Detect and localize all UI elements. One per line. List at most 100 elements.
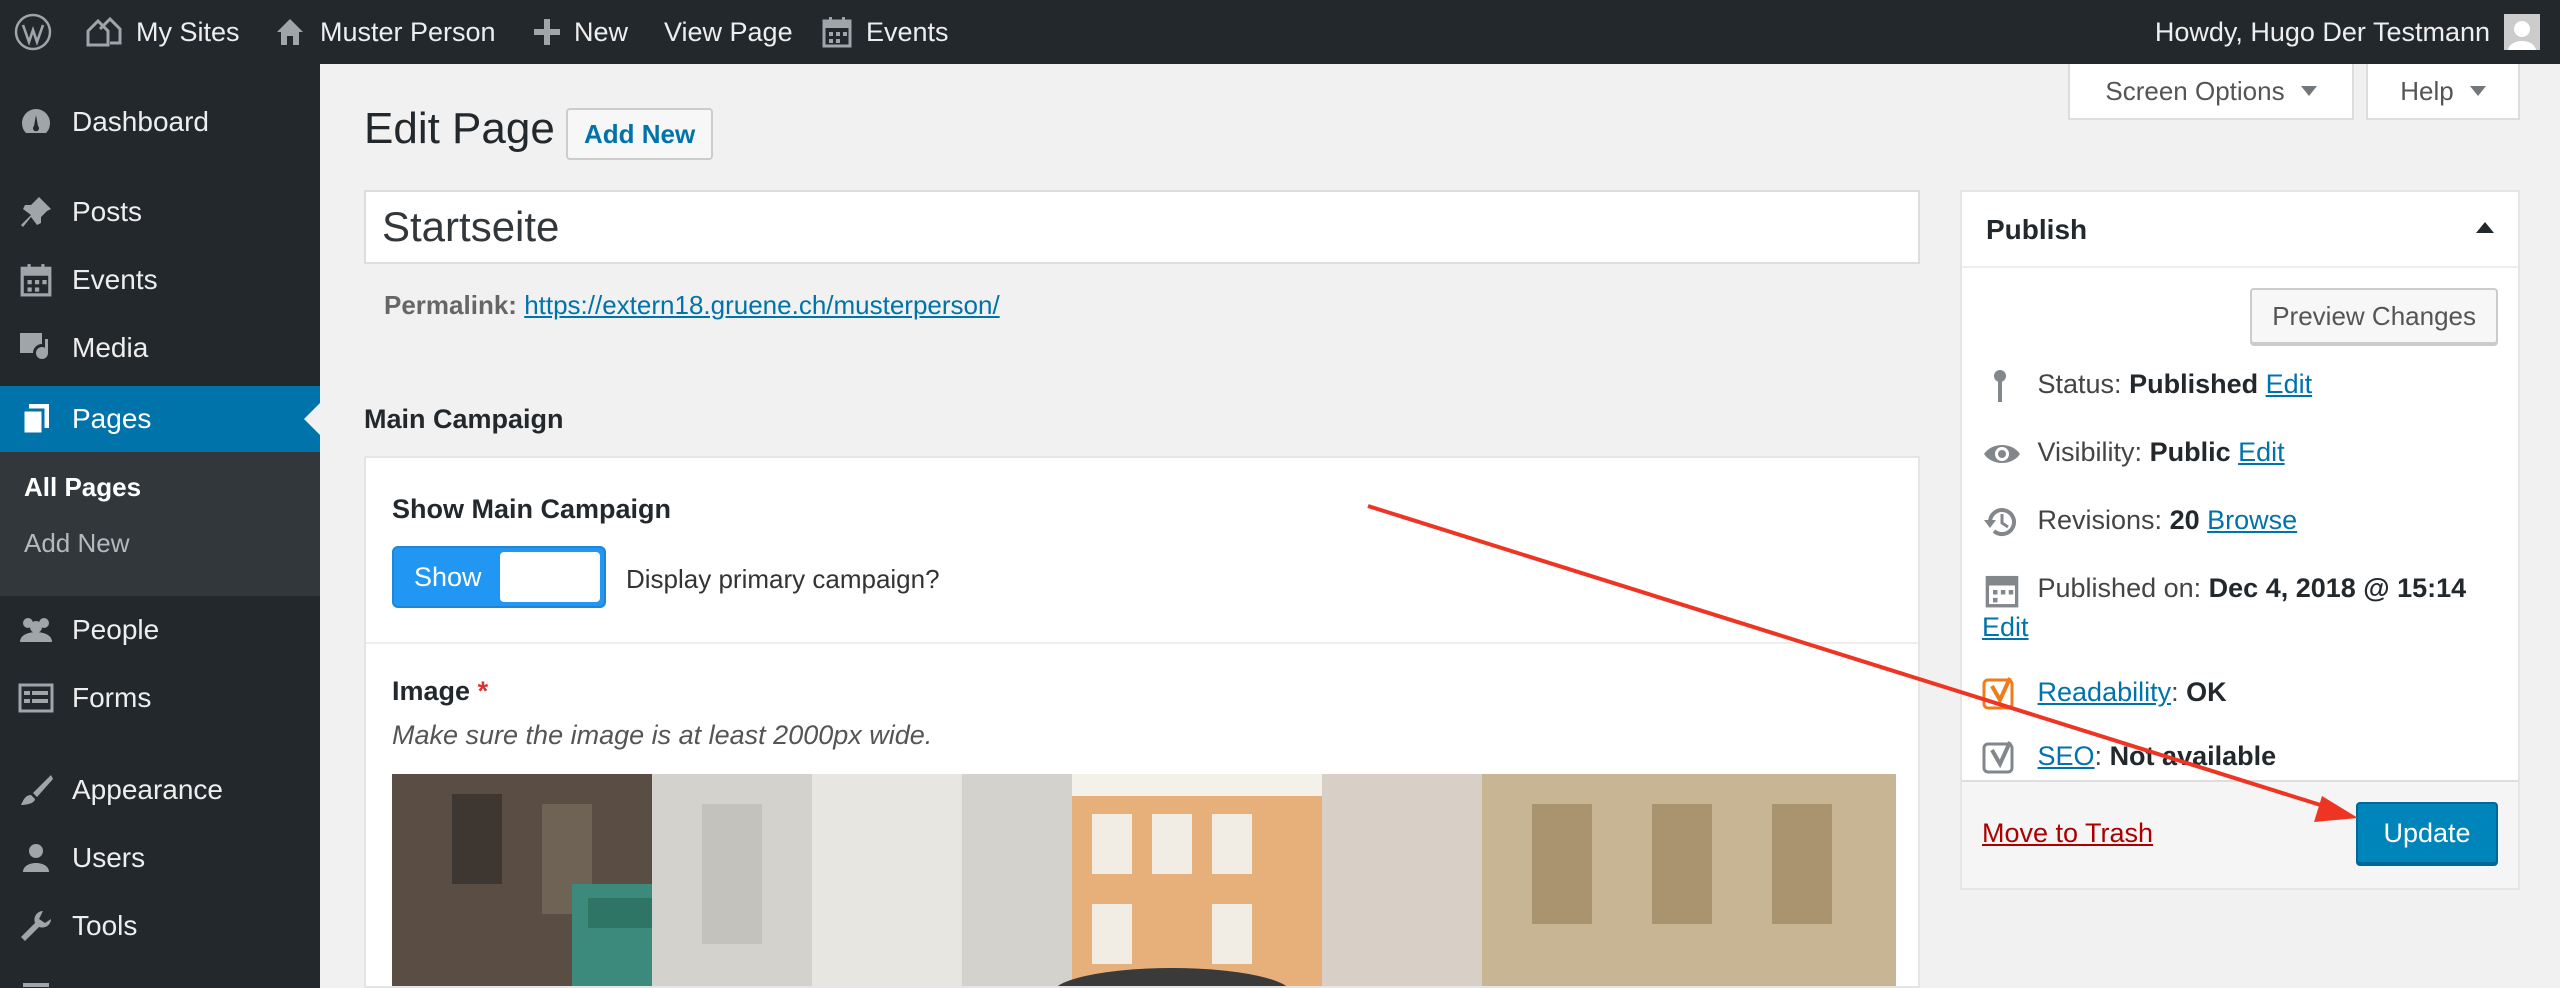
sidebar-item-posts[interactable]: Posts — [0, 180, 320, 244]
publish-title: Publish — [1986, 214, 2088, 245]
admin-bar: My Sites Muster Person New View Page Eve… — [0, 0, 2560, 64]
wrench-icon — [18, 908, 54, 944]
preview-changes-button[interactable]: Preview Changes — [2250, 288, 2498, 344]
move-to-trash-link[interactable]: Move to Trash — [1982, 818, 2153, 849]
sidebar-label: Forms — [72, 682, 152, 713]
sidebar-label: Tools — [72, 910, 138, 941]
new-content-menu[interactable]: New — [534, 0, 628, 64]
events-menu[interactable]: Events — [822, 0, 949, 64]
visibility-edit-link[interactable]: Edit — [2238, 437, 2285, 467]
chevron-down-icon — [2300, 86, 2317, 96]
revisions-row: Revisions: 20 Browse — [1982, 504, 2297, 540]
avatar — [2504, 14, 2540, 50]
revisions-value: 20 — [2169, 505, 2200, 536]
published-edit-link[interactable]: Edit — [1982, 612, 2029, 642]
screen-options-button[interactable]: Screen Options — [2068, 64, 2354, 120]
screen-options-label: Screen Options — [2105, 75, 2285, 106]
visibility-value: Public — [2149, 437, 2231, 468]
visibility-row: Visibility: Public Edit — [1982, 436, 2285, 472]
sidebar-label: Events — [72, 264, 158, 295]
sidebar-item-media[interactable]: Media — [0, 316, 320, 380]
forms-icon — [18, 680, 54, 716]
title-input[interactable] — [364, 190, 1920, 264]
published-value: Dec 4, 2018 @ 15:14 — [2208, 573, 2467, 604]
readability-link[interactable]: Readability — [2038, 677, 2172, 707]
help-button[interactable]: Help — [2366, 64, 2520, 120]
show-campaign-toggle[interactable]: Show — [392, 546, 606, 608]
published-on-row: Published on: Dec 4, 2018 @ 15:14 — [1982, 572, 2466, 608]
help-label: Help — [2400, 75, 2454, 106]
home-icon — [274, 16, 306, 48]
published-edit-row: Edit — [1982, 612, 2029, 643]
sidebar-item-pages[interactable]: Pages — [0, 386, 320, 452]
my-sites-icon — [84, 15, 124, 49]
my-sites-menu[interactable]: My Sites — [84, 0, 240, 64]
howdy-label: Howdy, Hugo Der Testmann — [2154, 16, 2490, 47]
required-marker: * — [477, 676, 489, 706]
wordpress-logo-icon[interactable] — [14, 0, 52, 64]
main-campaign-heading: Main Campaign — [364, 404, 564, 434]
site-name-menu[interactable]: Muster Person — [274, 0, 496, 64]
permalink-link[interactable]: https://extern18.gruene.ch/musterperson/ — [524, 290, 1000, 320]
collapse-arrow-icon[interactable] — [2476, 222, 2494, 233]
image-hint: Make sure the image is at least 2000px w… — [392, 720, 933, 750]
add-new-page-button[interactable]: Add New — [566, 108, 714, 160]
image-field-label: Image * — [392, 676, 488, 707]
sidebar-label: Posts — [72, 196, 143, 227]
new-label: New — [574, 16, 629, 47]
sidebar-label: Users — [72, 842, 146, 873]
admin-sidebar: Dashboard Posts Events Media Pages All P… — [0, 64, 320, 988]
pin-icon — [1982, 368, 2022, 404]
seo-value: Not available — [2109, 741, 2277, 772]
publish-actions: Move to Trash Update — [1962, 780, 2518, 888]
view-page-link[interactable]: View Page — [664, 0, 793, 64]
account-menu[interactable]: Howdy, Hugo Der Testmann — [2155, 0, 2540, 64]
plus-icon — [534, 19, 560, 45]
pin-icon — [18, 194, 54, 230]
sidebar-item-tools[interactable]: Tools — [0, 894, 320, 958]
eye-icon — [1982, 436, 2022, 472]
events-label: Events — [866, 16, 949, 47]
status-edit-link[interactable]: Edit — [2266, 369, 2313, 399]
sidebar-item-dashboard[interactable]: Dashboard — [0, 90, 320, 154]
permalink-row: Permalink: https://extern18.gruene.ch/mu… — [384, 290, 1000, 321]
submenu-all-pages[interactable]: All Pages — [24, 472, 141, 503]
my-sites-label: My Sites — [136, 16, 240, 47]
revisions-label: Revisions: — [2037, 505, 2163, 536]
view-page-label: View Page — [664, 16, 793, 47]
status-value: Published — [2129, 369, 2259, 400]
update-button[interactable]: Update — [2356, 802, 2498, 864]
sidebar-item-events[interactable]: Events — [0, 248, 320, 312]
sidebar-item-people[interactable]: People — [0, 598, 320, 662]
browse-revisions-link[interactable]: Browse — [2207, 505, 2297, 535]
sidebar-item-appearance[interactable]: Appearance — [0, 758, 320, 822]
campaign-image[interactable] — [392, 774, 1896, 986]
seo-row: SEO: Not available — [1982, 740, 2276, 776]
display-campaign-question: Display primary campaign? — [626, 564, 940, 594]
sidebar-label: Pages — [72, 403, 152, 434]
calendar-icon — [822, 16, 852, 48]
publish-header[interactable]: Publish — [1962, 192, 2518, 268]
calendar-icon — [1982, 572, 2022, 608]
sidebar-item-settings-partial[interactable] — [0, 962, 320, 988]
history-icon — [1982, 504, 2022, 540]
submenu-add-new[interactable]: Add New — [24, 528, 130, 559]
sidebar-item-forms[interactable]: Forms — [0, 666, 320, 730]
visibility-label: Visibility: — [2037, 437, 2143, 468]
readability-row: Readability: OK — [1982, 676, 2227, 712]
chevron-down-icon — [2469, 86, 2486, 96]
image-label-text: Image — [392, 676, 471, 706]
status-row: Status: Published Edit — [1982, 368, 2312, 404]
sidebar-label: Dashboard — [72, 106, 209, 137]
sidebar-item-users[interactable]: Users — [0, 826, 320, 890]
media-icon — [18, 330, 54, 366]
status-label: Status: — [2037, 369, 2122, 400]
sidebar-label: People — [72, 614, 160, 645]
yoast-readability-icon — [1982, 676, 2022, 712]
site-name-label: Muster Person — [320, 16, 496, 47]
toggle-knob — [500, 552, 600, 602]
pages-submenu: All Pages Add New — [0, 452, 320, 596]
show-campaign-label: Show Main Campaign — [392, 494, 672, 524]
calendar-icon — [18, 262, 54, 298]
seo-link[interactable]: SEO — [2038, 741, 2095, 771]
